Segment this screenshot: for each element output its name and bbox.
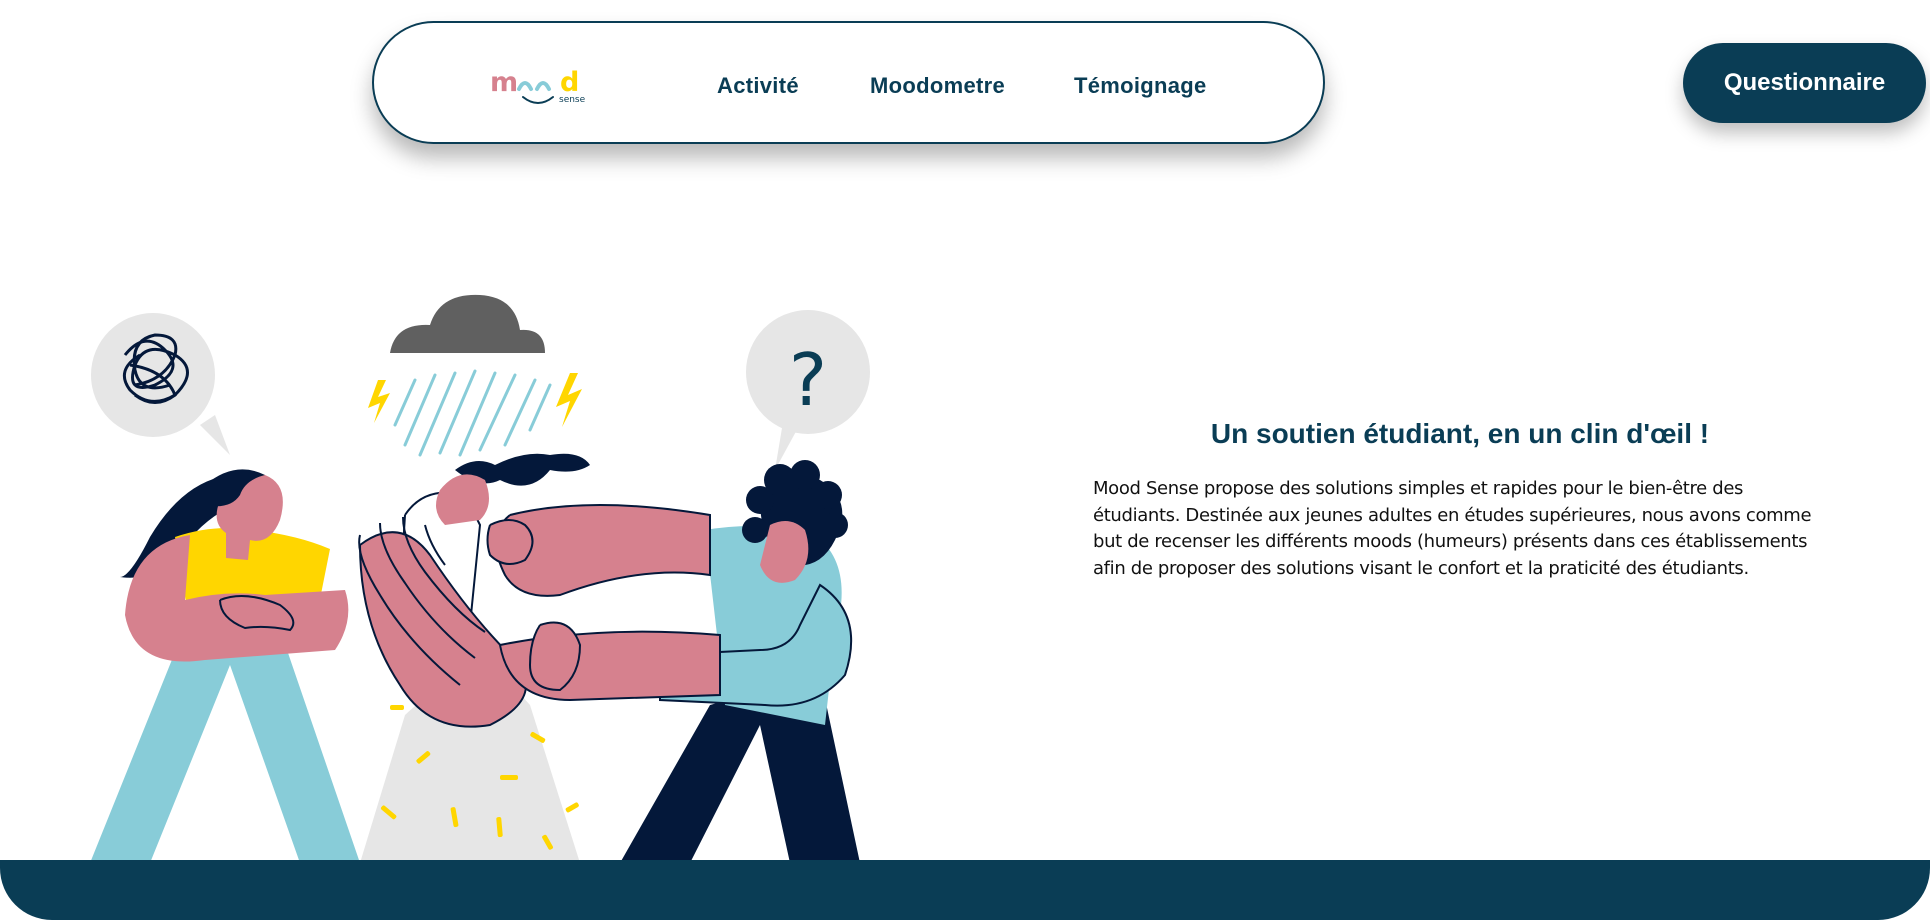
left-person bbox=[90, 469, 360, 863]
nav-link-temoignage[interactable]: Témoignage bbox=[1074, 73, 1207, 99]
nav-link-moodometre[interactable]: Moodometre bbox=[870, 73, 1005, 99]
question-mark-icon: ? bbox=[789, 338, 827, 422]
hero-description: Mood Sense propose des solutions simples… bbox=[1093, 478, 1812, 579]
footer-band bbox=[0, 860, 1930, 920]
right-speech-bubble: ? bbox=[746, 310, 870, 470]
rain-cloud-icon bbox=[368, 294, 582, 457]
left-speech-bubble bbox=[91, 313, 230, 455]
questionnaire-button[interactable]: Questionnaire bbox=[1683, 43, 1926, 123]
mood-sense-logo[interactable]: m d sense bbox=[490, 67, 590, 107]
nav-link-activite[interactable]: Activité bbox=[717, 73, 799, 99]
hero-illustration: ? bbox=[90, 294, 870, 863]
logo-letter-d: d bbox=[560, 67, 580, 98]
hero-title: Un soutien étudiant, en un clin d'œil ! bbox=[1210, 418, 1710, 449]
navbar: m d sense Activité Moodometre Témoignage bbox=[372, 21, 1325, 144]
logo-tagline: sense bbox=[559, 95, 586, 105]
